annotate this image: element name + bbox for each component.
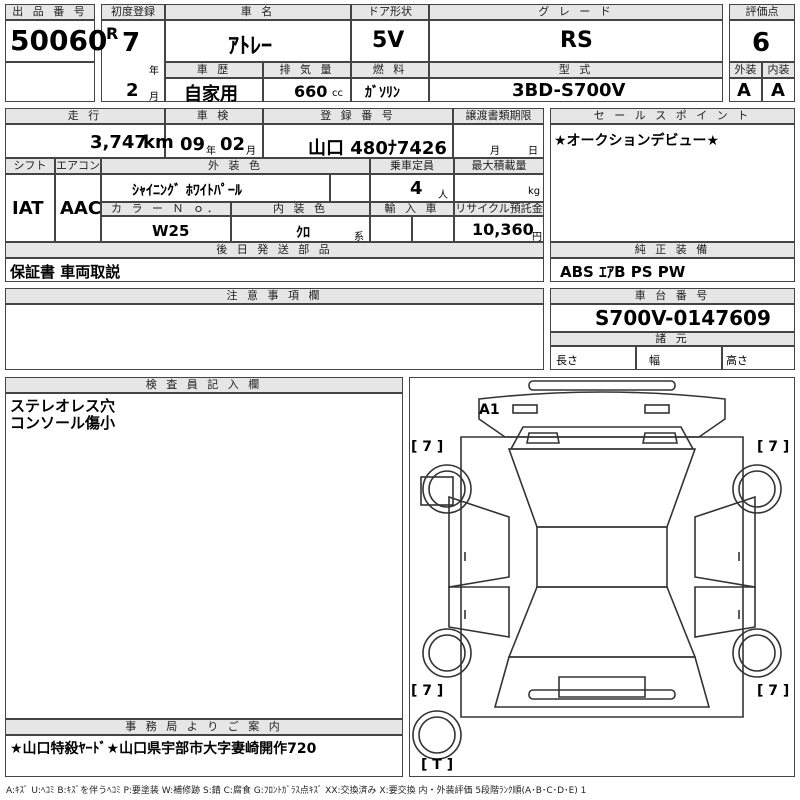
mileage-header: 走 行 bbox=[5, 108, 165, 124]
specs-header: 諸 元 bbox=[550, 332, 795, 346]
transfer-month: 月 bbox=[490, 146, 500, 157]
inspection-header: 車 検 bbox=[165, 108, 263, 124]
displacement-header: 排 気 量 bbox=[263, 62, 351, 78]
int-color-value: ｸﾛ bbox=[296, 225, 310, 241]
inspection-month-unit: 月 bbox=[246, 146, 256, 157]
import-header: 輸 入 車 bbox=[370, 202, 454, 216]
people-unit: 人 bbox=[438, 190, 448, 201]
chassis-value: S700V-0147609 bbox=[595, 306, 771, 330]
car-name-header: 車 名 bbox=[165, 4, 351, 20]
door-value: 5V bbox=[372, 28, 405, 53]
shift-header: シフト bbox=[5, 158, 55, 174]
lot-no-value: 50060 bbox=[10, 24, 108, 57]
transfer-day: 日 bbox=[528, 146, 538, 157]
displacement-value: 660 bbox=[294, 82, 328, 101]
sales-point-value: ★オークションデビュー★ bbox=[554, 133, 720, 149]
history-value: 自家用 bbox=[184, 84, 238, 105]
cc-unit: cc bbox=[332, 88, 343, 99]
import-box-a bbox=[370, 216, 412, 242]
lot-no-lower-box bbox=[5, 62, 95, 102]
reg-no-header: 登 録 番 号 bbox=[263, 108, 453, 124]
score-header: 評価点 bbox=[729, 4, 795, 20]
tire-mark-rr: [ 7 ] bbox=[757, 683, 790, 699]
system-unit: 系 bbox=[354, 232, 364, 243]
ext-color-value: ｼｬｲﾆﾝｸﾞ ﾎﾜｲﾄﾊﾟｰﾙ bbox=[132, 183, 242, 199]
kg-unit: kg bbox=[528, 186, 541, 197]
exterior-grade-value: A bbox=[737, 80, 751, 101]
inspector-box bbox=[5, 393, 403, 719]
equipment-header: 純 正 装 備 bbox=[550, 242, 795, 258]
aircon-header: エアコン bbox=[55, 158, 101, 174]
color-no-value: W25 bbox=[152, 222, 190, 240]
import-box-b bbox=[412, 216, 454, 242]
office-note: ★山口特殺ﾔｰﾄﾞ★山口県宇部市大字妻崎開作720 bbox=[10, 741, 317, 757]
model-header: 型 式 bbox=[429, 62, 723, 78]
later-parts-value: 保証書 車両取説 bbox=[10, 263, 121, 281]
recycle-value: 10,360 bbox=[472, 220, 534, 239]
width-label: 幅 bbox=[649, 354, 660, 367]
reg-no-value: 山口 480ﾅ7426 bbox=[308, 138, 447, 159]
month-unit: 月 bbox=[149, 92, 159, 103]
recycle-header: リサイクル預託金 bbox=[454, 202, 544, 216]
color-no-header: カ ラ ー Ｎ ｏ． bbox=[101, 202, 231, 216]
tire-mark-fr: [ 7 ] bbox=[757, 439, 790, 455]
grade-value: RS bbox=[560, 28, 593, 53]
notes-box bbox=[5, 304, 544, 370]
era-value: R bbox=[106, 24, 119, 43]
later-parts-header: 後 日 発 送 部 品 bbox=[5, 242, 544, 258]
tire-mark-fl: [ 7 ] bbox=[411, 439, 444, 455]
history-header: 車 歴 bbox=[165, 62, 263, 78]
office-header: 事 務 局 よ り ご 案 内 bbox=[5, 719, 403, 735]
inspector-note-2: コンソール傷小 bbox=[10, 414, 116, 432]
capacity-value: 4 bbox=[410, 178, 423, 199]
interior-grade-value: A bbox=[771, 80, 785, 101]
height-label: 高さ bbox=[726, 354, 748, 367]
inspection-year-unit: 年 bbox=[206, 146, 216, 157]
notes-header: 注 意 事 項 欄 bbox=[5, 288, 544, 304]
inspection-year-value: 09 bbox=[180, 134, 206, 155]
legend-text: A:ｷｽﾞ U:ﾍｺﾐ B:ｷｽﾞを伴うﾍｺﾐ P:要塗装 W:補修跡 S:錆 … bbox=[6, 786, 587, 796]
score-value: 6 bbox=[752, 28, 771, 58]
first-reg-year-value: 7 bbox=[122, 28, 141, 58]
capacity-header: 乗車定員 bbox=[370, 158, 454, 174]
damage-mark-a1: A1 bbox=[479, 402, 500, 418]
inspection-month-value: 02 bbox=[220, 134, 246, 155]
transfer-header: 譲渡書類期限 bbox=[453, 108, 544, 124]
aircon-value: AAC bbox=[60, 198, 102, 219]
exterior-header: 外装 bbox=[729, 62, 762, 78]
fuel-value: ｶﾞｿﾘﾝ bbox=[365, 85, 400, 101]
tire-mark-rl: [ 7 ] bbox=[411, 683, 444, 699]
first-reg-month-value: 2 bbox=[126, 80, 139, 101]
door-header: ドア形状 bbox=[351, 4, 429, 20]
chassis-header: 車 台 番 号 bbox=[550, 288, 795, 304]
int-color-header: 内 装 色 bbox=[231, 202, 370, 216]
tire-mark-spare: [ T ] bbox=[421, 757, 454, 773]
car-name-value: ｱﾄﾚｰ bbox=[228, 34, 273, 59]
inspector-header: 検 査 員 記 入 欄 bbox=[5, 377, 403, 393]
grade-header: グ レ ー ド bbox=[429, 4, 723, 20]
km-unit: km bbox=[143, 132, 174, 153]
model-value: 3BD-S700V bbox=[512, 80, 626, 101]
year-unit: 年 bbox=[149, 66, 159, 77]
first-reg-header: 初度登録 bbox=[101, 4, 165, 20]
car-diagram: A1 bbox=[412, 380, 782, 760]
max-load-header: 最大積載量 bbox=[454, 158, 544, 174]
interior-header: 内装 bbox=[762, 62, 795, 78]
ext-color-extra-box bbox=[330, 174, 370, 202]
ext-color-header: 外 装 色 bbox=[101, 158, 370, 174]
shift-value: IAT bbox=[12, 198, 44, 219]
yen-unit: 円 bbox=[532, 232, 542, 243]
mileage-value: 3,747 bbox=[90, 132, 147, 153]
length-label: 長さ bbox=[556, 354, 578, 367]
equipment-value: ABS ｴｱB PS PW bbox=[560, 263, 686, 281]
fuel-header: 燃 料 bbox=[351, 62, 429, 78]
lot-no-header: 出 品 番 号 bbox=[5, 4, 95, 20]
sales-point-header: セ ー ル ス ポ イ ン ト bbox=[550, 108, 795, 124]
